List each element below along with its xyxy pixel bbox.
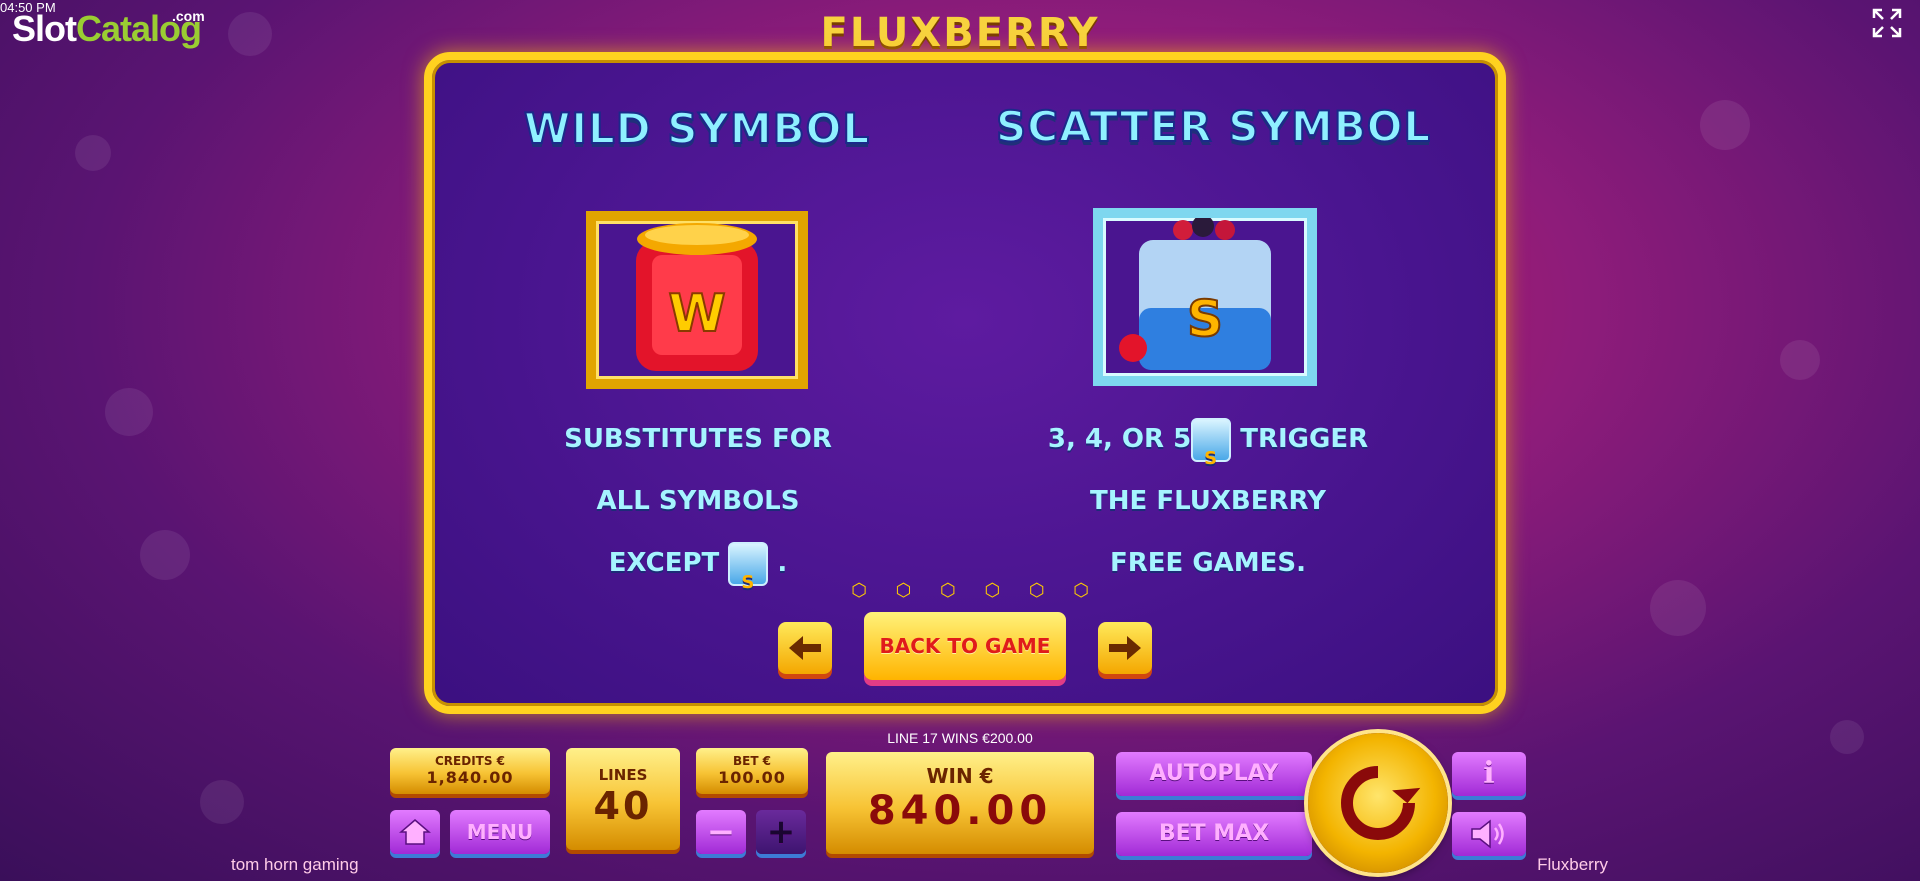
- scatter-trigger-text: TRIGGER: [1240, 424, 1369, 454]
- wild-except-text: EXCEPT: [608, 548, 720, 578]
- credits-display: CREDITS € 1,840.00: [390, 748, 550, 794]
- arrow-right-icon: [1109, 636, 1141, 660]
- autoplay-button[interactable]: AUTOPLAY: [1116, 752, 1312, 796]
- credits-label: CREDITS €: [434, 754, 506, 768]
- spin-button[interactable]: [1308, 733, 1448, 873]
- bet-max-button[interactable]: BET MAX: [1116, 812, 1312, 856]
- bokeh: [228, 12, 272, 56]
- wild-symbol-frame: W: [586, 211, 808, 389]
- page-dot-icon[interactable]: ⬡: [1072, 582, 1090, 600]
- win-value: 840.00: [867, 788, 1053, 834]
- lines-value: 40: [593, 784, 653, 828]
- wild-line-2: ALL SYMBOLS: [596, 486, 800, 516]
- scatter-mini-icon: [728, 541, 769, 614]
- provider-name: tom horn gaming: [231, 855, 359, 874]
- back-to-game-button[interactable]: BACK TO GAME: [864, 612, 1066, 680]
- bet-value: 100.00: [718, 768, 786, 787]
- home-button[interactable]: [390, 810, 440, 854]
- speaker-icon: [1471, 819, 1504, 849]
- bokeh: [75, 135, 111, 171]
- scatter-description: 3, 4, OR 5 TRIGGER THE FLUXBERRY FREE GA…: [1018, 408, 1398, 594]
- game-name: Fluxberry: [1537, 855, 1608, 874]
- wild-period: .: [777, 548, 788, 578]
- bokeh: [1650, 580, 1706, 636]
- bokeh: [105, 388, 153, 436]
- bokeh: [1830, 720, 1864, 754]
- spin-icon: [1341, 766, 1421, 840]
- bokeh: [200, 780, 244, 824]
- bokeh: [140, 530, 190, 580]
- logo-main: Slot: [12, 8, 77, 49]
- logo-suffix: .com: [172, 8, 205, 24]
- prev-page-button[interactable]: [778, 622, 832, 674]
- info-button[interactable]: i: [1452, 752, 1526, 796]
- bokeh: [1780, 340, 1820, 380]
- wild-line-1: SUBSTITUTES FOR: [564, 424, 832, 454]
- game-title: FLUXBERRY: [820, 10, 1100, 52]
- next-page-button[interactable]: [1098, 622, 1152, 674]
- last-win-text: LINE 17 WINS €200.00: [887, 730, 1033, 746]
- scatter-mini-icon: [1191, 417, 1232, 490]
- bet-display: BET € 100.00: [696, 748, 808, 794]
- bet-label: BET €: [732, 754, 772, 768]
- win-display: WIN € 840.00: [826, 752, 1094, 854]
- page-indicator: ⬡ ⬡ ⬡ ⬡ ⬡ ⬡: [850, 582, 1090, 604]
- scatter-jar-icon: S: [1119, 215, 1271, 370]
- wild-letter: W: [668, 284, 725, 344]
- wild-line-3: EXCEPT .: [508, 532, 888, 614]
- wild-heading: WILD SYMBOL: [523, 103, 871, 154]
- home-icon: [399, 819, 431, 845]
- sound-button[interactable]: [1452, 812, 1526, 856]
- bokeh: [1700, 100, 1750, 150]
- arrow-left-icon: [789, 636, 821, 660]
- scatter-count-text: 3, 4, OR 5: [1047, 424, 1192, 454]
- bet-minus-button[interactable]: −: [696, 810, 746, 854]
- bet-plus-button[interactable]: +: [756, 810, 806, 854]
- fullscreen-icon[interactable]: [1872, 8, 1902, 38]
- lines-display: LINES 40: [566, 748, 680, 850]
- credits-value: 1,840.00: [426, 768, 514, 787]
- wild-description: SUBSTITUTES FOR ALL SYMBOLS EXCEPT .: [508, 408, 888, 614]
- scatter-heading: SCATTER SYMBOL: [995, 101, 1432, 152]
- menu-button[interactable]: MENU: [450, 810, 550, 854]
- page-dot-icon[interactable]: ⬡: [939, 582, 957, 600]
- page-dot-icon[interactable]: ⬡: [894, 582, 912, 600]
- scatter-line-1: 3, 4, OR 5 TRIGGER: [1018, 408, 1398, 490]
- page-dot-icon[interactable]: ⬡: [1028, 582, 1046, 600]
- wild-jar-icon: W: [636, 223, 758, 371]
- scatter-symbol-frame: S: [1093, 208, 1317, 386]
- lines-label: LINES: [598, 766, 648, 784]
- page-dot-icon[interactable]: ⬡: [850, 582, 868, 600]
- watermark-logo: SlotCatalog .com: [12, 8, 205, 50]
- win-label: WIN €: [926, 764, 994, 788]
- page-dot-icon[interactable]: ⬡: [983, 582, 1001, 600]
- scatter-letter: S: [1187, 290, 1223, 348]
